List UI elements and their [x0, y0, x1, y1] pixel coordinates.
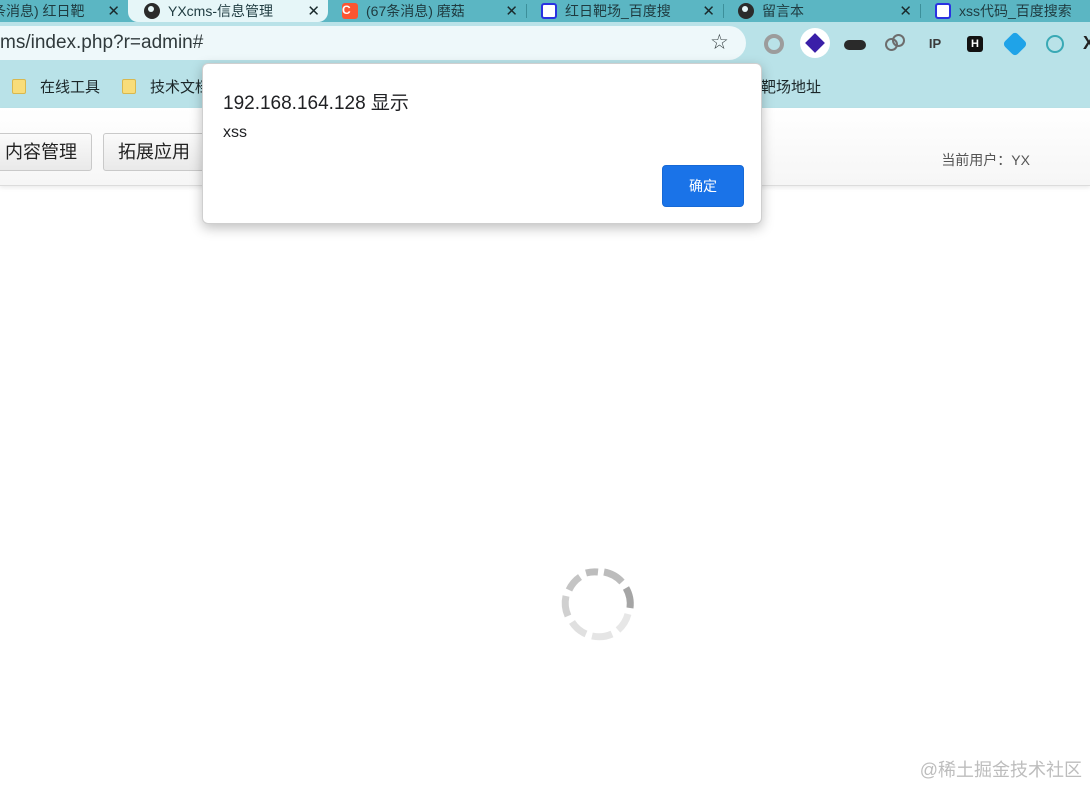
tab-title: (67条消息) 磨菇 — [366, 3, 465, 19]
close-tab-icon[interactable]: ✕ — [307, 0, 320, 22]
tab-csdn[interactable]: C (67条消息) 磨菇 ✕ — [330, 0, 526, 22]
bookmark-star-icon[interactable]: ☆ — [710, 26, 729, 60]
tab-title: YXcms-信息管理 — [168, 3, 273, 19]
csdn-icon: C — [342, 3, 358, 19]
globe-icon — [738, 3, 754, 19]
url-text[interactable]: ms/index.php?r=admin# — [0, 26, 203, 60]
dialog-title: 192.168.164.128 显示 — [223, 93, 409, 114]
bookmark-online-tools[interactable]: 在线工具 — [12, 64, 100, 108]
tab-strip: 条消息) 红日靶 ✕ YXcms-信息管理 ✕ C (67条消息) 磨菇 ✕ 红… — [0, 0, 1090, 22]
globe-extension-icon[interactable] — [1046, 35, 1064, 53]
tab-title: 红日靶场_百度搜 — [565, 3, 671, 19]
h-extension-icon[interactable]: H — [967, 36, 983, 52]
mask-extension-icon[interactable] — [844, 40, 866, 50]
close-tab-icon[interactable]: ✕ — [899, 0, 912, 22]
close-tab-icon[interactable]: ✕ — [107, 0, 120, 22]
layers-extension-icon[interactable] — [800, 28, 830, 58]
tab-title: 留言本 — [762, 3, 804, 19]
baidu-icon — [541, 3, 557, 19]
alert-dialog: 192.168.164.128 显示 xss 确定 — [202, 63, 762, 224]
tab-guestbook[interactable]: 留言本 ✕ — [724, 0, 920, 22]
globe-icon — [144, 3, 160, 19]
baidu-icon — [935, 3, 951, 19]
close-tab-icon[interactable]: ✕ — [505, 0, 518, 22]
bubbles-extension-icon[interactable] — [884, 32, 905, 52]
dialog-message: xss — [223, 124, 247, 141]
content-management-button[interactable]: 内容管理 — [0, 133, 92, 171]
bookmark-label: 在线工具 — [40, 78, 101, 96]
extension-apps-button[interactable]: 拓展应用 — [103, 133, 205, 171]
x-extension-icon[interactable]: X — [1078, 32, 1090, 54]
address-bar[interactable]: ms/index.php?r=admin# ☆ — [0, 26, 746, 60]
tab-title: xss代码_百度搜索 — [959, 3, 1072, 19]
tab-yxcms[interactable]: YXcms-信息管理 ✕ — [128, 0, 328, 22]
ip-extension-icon[interactable]: IP — [924, 32, 946, 54]
tab-hongri-1[interactable]: 条消息) 红日靶 ✕ — [0, 0, 128, 22]
bookmark-label: 技术文档 — [150, 78, 211, 96]
bookmark-tech-docs[interactable]: 技术文档 — [122, 64, 210, 108]
tab-title: 条消息) 红日靶 — [0, 3, 85, 19]
ring-extension-icon[interactable] — [764, 34, 784, 54]
browser-toolbar: ms/index.php?r=admin# ☆ IP H X — [0, 22, 1090, 64]
close-tab-icon[interactable]: ✕ — [702, 0, 715, 22]
folder-icon — [12, 78, 26, 94]
ok-button[interactable]: 确定 — [662, 165, 744, 207]
watermark: @稀土掘金技术社区 — [919, 760, 1082, 780]
cube-extension-icon[interactable] — [1002, 31, 1028, 57]
folder-icon — [122, 78, 136, 94]
loading-spinner-icon — [561, 568, 634, 641]
bookmark-label: 靶场地址 — [761, 78, 822, 96]
tab-xss-search[interactable]: xss代码_百度搜索 — [921, 0, 1090, 22]
current-user-label: 当前用户：YX — [941, 152, 1030, 168]
tab-hongri-2[interactable]: 红日靶场_百度搜 ✕ — [527, 0, 723, 22]
